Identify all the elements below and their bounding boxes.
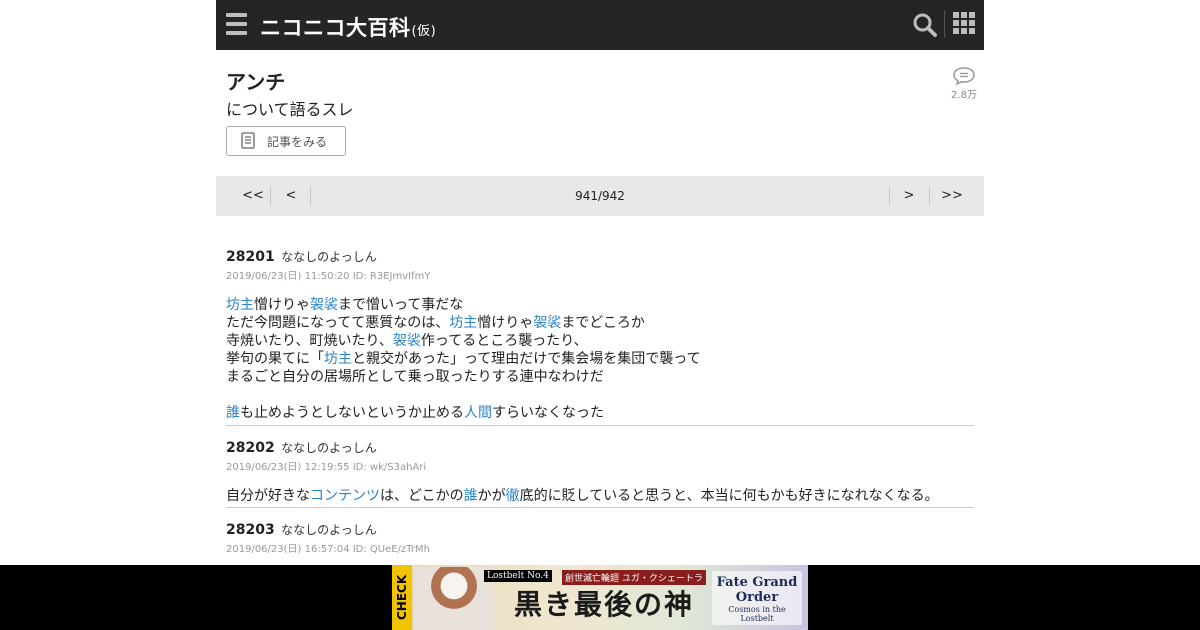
keyword-link[interactable]: 袈裟 — [393, 333, 421, 349]
page-frame: ニコニコ大百科(仮) アンチ について語るスレ 2.8万 記事をみる << < … — [216, 0, 984, 630]
post-text: まるごと自分の居場所として乗っ取ったりする連中なわけだ — [226, 369, 604, 385]
post-line: 誰も止めようとしないというか止める人間すらいなくなった — [226, 404, 974, 422]
post-number[interactable]: 28203 — [226, 522, 275, 538]
post-text: と親交があった」って理由だけで集会場を集団で襲って — [352, 351, 701, 367]
post-text: 作ってるところ襲ったり、 — [420, 333, 588, 349]
post-divider — [226, 425, 974, 426]
next-page-button[interactable]: > — [896, 176, 922, 216]
post-body: 自分が好きなコンテンツは、どこかの誰かが徹底的に貶していると思うと、本当に何もか… — [226, 487, 974, 505]
logo-suffix: (仮) — [411, 24, 437, 39]
keyword-link[interactable]: 坊主 — [226, 297, 254, 313]
grid-icon[interactable] — [953, 12, 975, 34]
ad-tag-lostbelt: Lostbelt No.4 — [484, 570, 552, 582]
keyword-link[interactable]: 誰 — [464, 488, 478, 504]
post-text: も止めようとしないというか止める — [240, 405, 464, 421]
ad-banner[interactable]: CHECK Lostbelt No.4 創世滅亡輪廻 ユガ・クシェートラ 黒き最… — [392, 565, 808, 630]
post-line: ただ今問題になってて悪質なのは、坊主憎けりゃ袈裟までどころか — [226, 314, 974, 332]
hamburger-icon[interactable] — [226, 13, 247, 35]
post-meta: 2019/06/23(日) 12:19:55 ID: wk/S3ahAri — [226, 462, 427, 473]
post-text: までどころか — [561, 315, 645, 331]
post-text: 挙句の果てに「 — [226, 351, 324, 367]
keyword-link[interactable]: 徹 — [506, 488, 520, 504]
post-header: 28201 ななしのよっしん — [226, 248, 974, 265]
post-text: 寺焼いたり、町焼いたり、 — [226, 333, 393, 349]
post-line: 挙句の果てに「坊主と親交があった」って理由だけで集会場を集団で襲って — [226, 350, 974, 368]
post-item: 28203 ななしのよっしん 2019/06/23(日) 16:57:04 ID… — [226, 521, 974, 555]
post-item: 28202 ななしのよっしん 2019/06/23(日) 12:19:55 ID… — [226, 439, 974, 505]
ad-headline: 黒き最後の神 — [514, 588, 695, 621]
post-header: 28203 ななしのよっしん — [226, 521, 974, 538]
comment-bubble-icon[interactable] — [952, 66, 976, 86]
comment-count: 2.8万 — [951, 90, 977, 101]
pager-separator — [929, 186, 930, 206]
post-line: 寺焼いたり、町焼いたり、袈裟作ってるところ襲ったり、 — [226, 332, 974, 350]
ad-brand-logo: Fate Grand Order Cosmos in the Lostbelt — [712, 571, 802, 625]
post-text: 底的に貶していると思うと、本当に何もかも好きになれなくなる。 — [519, 488, 939, 504]
ad-brand-sub: Cosmos in the Lostbelt — [728, 605, 786, 623]
top-navigation-bar: ニコニコ大百科(仮) — [216, 0, 984, 50]
post-text: すらいなくなった — [492, 405, 604, 421]
post-text: ただ今問題になってて悪質なのは、 — [226, 315, 450, 331]
post-number[interactable]: 28202 — [226, 440, 275, 456]
post-line: 自分が好きなコンテンツは、どこかの誰かが徹底的に貶していると思うと、本当に何もか… — [226, 487, 974, 505]
post-item: 28201 ななしのよっしん 2019/06/23(日) 11:50:20 ID… — [226, 248, 974, 422]
site-logo[interactable]: ニコニコ大百科(仮) — [260, 12, 436, 42]
post-text: 自分が好きな — [226, 488, 310, 504]
post-meta: 2019/06/23(日) 16:57:04 ID: QUeE/zTrMh — [226, 544, 430, 555]
keyword-link[interactable]: 袈裟 — [310, 297, 338, 313]
last-page-button[interactable]: >> — [936, 176, 968, 216]
page-subtitle: について語るスレ — [226, 100, 354, 119]
keyword-link[interactable]: 誰 — [226, 405, 240, 421]
page-title: アンチ — [226, 70, 286, 94]
view-article-button[interactable]: 記事をみる — [226, 126, 346, 156]
post-line: 坊主憎けりゃ袈裟まで憎いって事だな — [226, 296, 974, 314]
keyword-link[interactable]: 袈裟 — [533, 315, 561, 331]
keyword-link[interactable]: 坊主 — [324, 351, 352, 367]
header-divider — [944, 10, 945, 38]
post-divider — [226, 507, 974, 508]
page-indicator: 941/942 — [575, 189, 625, 203]
logo-text: ニコニコ大百科 — [260, 16, 411, 40]
poster-name: ななしのよっしん — [281, 441, 377, 455]
post-text: は、どこかの — [380, 488, 464, 504]
view-article-label: 記事をみる — [267, 134, 328, 149]
post-line: まるごと自分の居場所として乗っ取ったりする連中なわけだ — [226, 368, 974, 386]
keyword-link[interactable]: コンテンツ — [310, 488, 380, 504]
post-text: まで憎いって事だな — [338, 297, 464, 313]
poster-name: ななしのよっしん — [281, 250, 377, 264]
post-meta: 2019/06/23(日) 11:50:20 ID: R3EJmvIfmY — [226, 271, 431, 282]
post-line — [226, 386, 974, 404]
post-number[interactable]: 28201 — [226, 249, 275, 265]
post-header: 28202 ななしのよっしん — [226, 439, 974, 456]
search-icon[interactable] — [912, 12, 938, 38]
keyword-link[interactable]: 人間 — [464, 405, 492, 421]
ad-brand-name: Fate Grand Order — [716, 575, 798, 605]
pager-separator — [889, 186, 890, 206]
document-icon — [241, 132, 255, 149]
post-body: 坊主憎けりゃ袈裟まで憎いって事だな ただ今問題になってて悪質なのは、坊主憎けりゃ袈… — [226, 296, 974, 422]
keyword-link[interactable]: 坊主 — [449, 315, 477, 331]
post-text: かが — [477, 488, 506, 504]
post-text: 憎けりゃ — [477, 315, 534, 331]
pagination-bar: << < 941/942 > >> — [216, 176, 984, 216]
poster-name: ななしのよっしん — [281, 523, 377, 537]
ad-character-image — [414, 567, 494, 630]
ad-check-label: CHECK — [392, 565, 412, 630]
post-text: 憎けりゃ — [254, 297, 310, 313]
